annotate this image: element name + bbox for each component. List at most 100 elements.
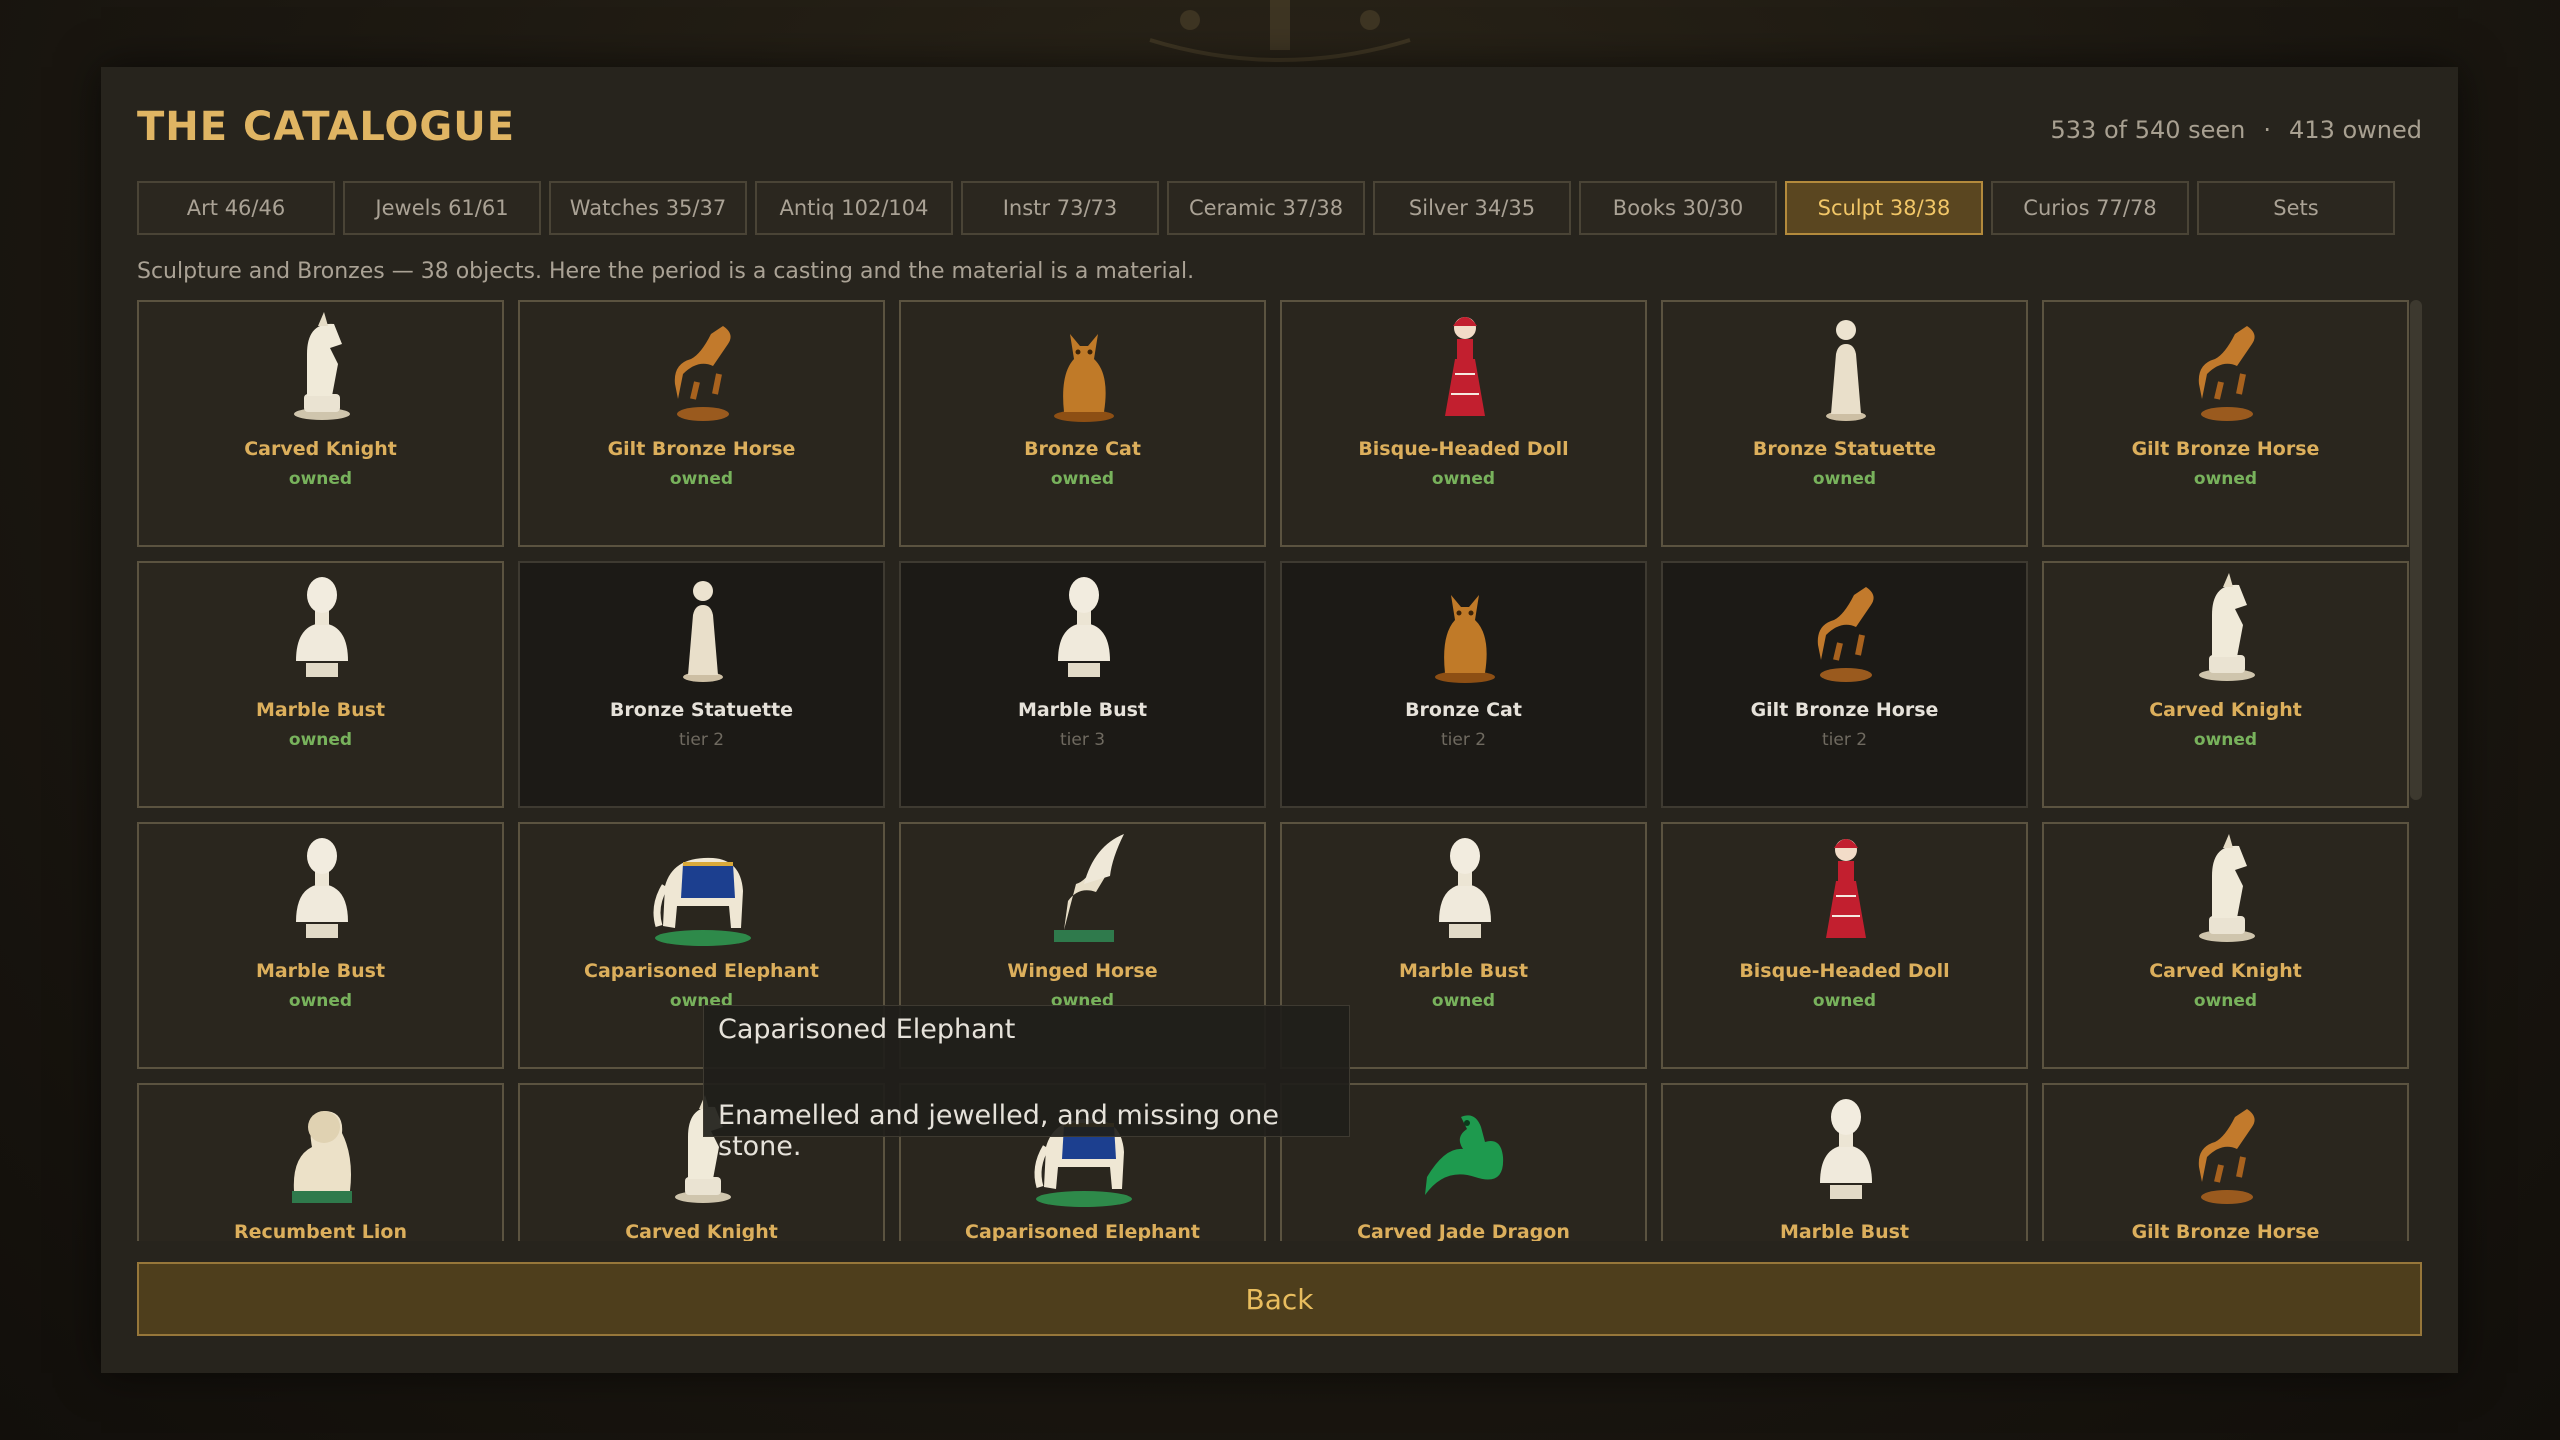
catalogue-item-card[interactable]: Gilt Bronze Horse owned (2042, 300, 2409, 547)
catalogue-item-card[interactable]: Bronze Cat tier 2 (1280, 561, 1647, 808)
item-status: tier 2 (1440, 730, 1487, 750)
catalogue-item-card[interactable]: Bisque-Headed Doll owned (1280, 300, 1647, 547)
tab-silver[interactable]: Silver 34/35 (1373, 181, 1571, 235)
item-status: owned (2193, 469, 2258, 489)
elephant-icon (653, 857, 751, 946)
catalogue-stats: 533 of 540 seen · 413 owned (2051, 116, 2423, 144)
tab-ceramic[interactable]: Ceramic 37/38 (1167, 181, 1365, 235)
statuette-icon (683, 581, 723, 682)
bust-icon (1058, 577, 1110, 677)
item-name: Marble Bust (255, 960, 386, 982)
item-status: owned (1050, 469, 1115, 489)
tab-books[interactable]: Books 30/30 (1579, 181, 1777, 235)
dragon-icon (1425, 1115, 1504, 1195)
horse-icon (2198, 1109, 2255, 1204)
catalogue-item-card[interactable]: Recumbent Lionowned (137, 1083, 504, 1241)
item-name: Gilt Bronze Horse (2131, 438, 2320, 460)
item-name: Gilt Bronze Horse (2131, 1221, 2320, 1241)
catalogue-item-card[interactable]: Bronze Statuette owned (1661, 300, 2028, 547)
item-name: Caparisoned Elephant (965, 1221, 1200, 1241)
tab-jewels[interactable]: Jewels 61/61 (343, 181, 541, 235)
item-name: Gilt Bronze Horse (1750, 699, 1939, 721)
catalogue-item-card[interactable]: Marble Bust tier 3 (899, 561, 1266, 808)
tooltip-description: Enamelled and jewelled, and missing one … (718, 1100, 1279, 1162)
catalogue-item-card[interactable]: Carved Knight owned (137, 300, 504, 547)
stats-separator: · (2263, 116, 2272, 144)
item-status: tier 3 (1059, 730, 1106, 750)
catalogue-item-card[interactable]: Carved Knight owned (2042, 822, 2409, 1069)
item-name: Bisque-Headed Doll (1358, 438, 1569, 460)
knight-icon (2199, 573, 2255, 681)
item-name: Marble Bust (255, 699, 386, 721)
item-name: Marble Bust (1017, 699, 1148, 721)
tab-instr[interactable]: Instr 73/73 (961, 181, 1159, 235)
item-tooltip: Caparisoned Elephant Enamelled and jewel… (703, 1005, 1350, 1162)
item-name: Caparisoned Elephant (584, 960, 819, 982)
doll-icon (1826, 839, 1866, 938)
item-name: Carved Knight (2149, 699, 2302, 721)
owned-count: 413 owned (2289, 116, 2422, 144)
item-name: Carved Knight (244, 438, 397, 460)
catalogue-item-card[interactable]: Gilt Bronze Horseowned (2042, 1083, 2409, 1241)
catalogue-item-card[interactable]: Bronze Statuette tier 2 (518, 561, 885, 808)
horse-icon (674, 326, 731, 421)
catalogue-item-card[interactable]: Carved Knight owned (2042, 561, 2409, 808)
catalogue-item-card[interactable]: Marble Bust owned (137, 561, 504, 808)
cat-icon (1054, 334, 1114, 422)
tooltip-title: Caparisoned Elephant (718, 1014, 1016, 1045)
catalogue-item-card[interactable]: Marble Bustowned (1661, 1083, 2028, 1241)
item-name: Gilt Bronze Horse (607, 438, 796, 460)
page-title: THE CATALOGUE (137, 104, 516, 150)
item-name: Recumbent Lion (233, 1221, 407, 1241)
cat-icon (1435, 595, 1495, 683)
tab-sets[interactable]: Sets (2197, 181, 2395, 235)
item-name: Bronze Cat (1024, 438, 1141, 460)
item-status: owned (288, 469, 353, 489)
bust-icon (1439, 838, 1491, 938)
catalogue-item-card[interactable]: Bronze Cat owned (899, 300, 1266, 547)
tab-antiq[interactable]: Antiq 102/104 (755, 181, 953, 235)
horse-icon (1817, 587, 1874, 682)
item-name: Carved Knight (2149, 960, 2302, 982)
horse-icon (2198, 326, 2255, 421)
bust-icon (296, 577, 348, 677)
tab-sculpt[interactable]: Sculpt 38/38 (1785, 181, 1983, 235)
catalogue-item-card[interactable]: Bisque-Headed Doll owned (1661, 822, 2028, 1069)
item-name: Carved Knight (625, 1221, 778, 1241)
category-tabs: Art 46/46 Jewels 61/61 Watches 35/37 Antiq … (137, 181, 2395, 235)
catalogue-item-card[interactable]: Gilt Bronze Horse tier 2 (1661, 561, 2028, 808)
lion-icon (292, 1111, 352, 1203)
item-status: owned (669, 469, 734, 489)
knight-icon (294, 312, 350, 420)
seen-count: 533 of 540 seen (2050, 116, 2246, 144)
bust-icon (1820, 1099, 1872, 1199)
back-button[interactable]: Back (137, 1262, 2422, 1336)
item-status: owned (288, 730, 353, 750)
item-status: owned (1812, 991, 1877, 1011)
item-name: Bronze Statuette (609, 699, 794, 721)
statuette-icon (1826, 320, 1866, 421)
item-status: tier 2 (678, 730, 725, 750)
item-status: owned (2193, 730, 2258, 750)
tab-art[interactable]: Art 46/46 (137, 181, 335, 235)
item-status: owned (2193, 991, 2258, 1011)
catalogue-item-card[interactable]: Gilt Bronze Horse owned (518, 300, 885, 547)
bust-icon (296, 838, 348, 938)
item-name: Bronze Statuette (1752, 438, 1937, 460)
item-status: tier 2 (1821, 730, 1868, 750)
item-status: owned (1431, 469, 1496, 489)
tab-curios[interactable]: Curios 77/78 (1991, 181, 2189, 235)
tab-watches[interactable]: Watches 35/37 (549, 181, 747, 235)
winged-horse-icon (1054, 834, 1124, 942)
item-name: Marble Bust (1779, 1221, 1910, 1241)
item-name: Winged Horse (1007, 960, 1158, 982)
chandelier-ornament-icon (1149, 0, 1411, 62)
item-name: Marble Bust (1398, 960, 1529, 982)
item-name: Bisque-Headed Doll (1739, 960, 1950, 982)
item-status: owned (1812, 469, 1877, 489)
item-name: Bronze Cat (1405, 699, 1522, 721)
knight-icon (2199, 834, 2255, 942)
catalogue-item-card[interactable]: Marble Bust owned (137, 822, 504, 1069)
grid-scrollbar[interactable] (2410, 300, 2422, 800)
item-status: owned (288, 991, 353, 1011)
